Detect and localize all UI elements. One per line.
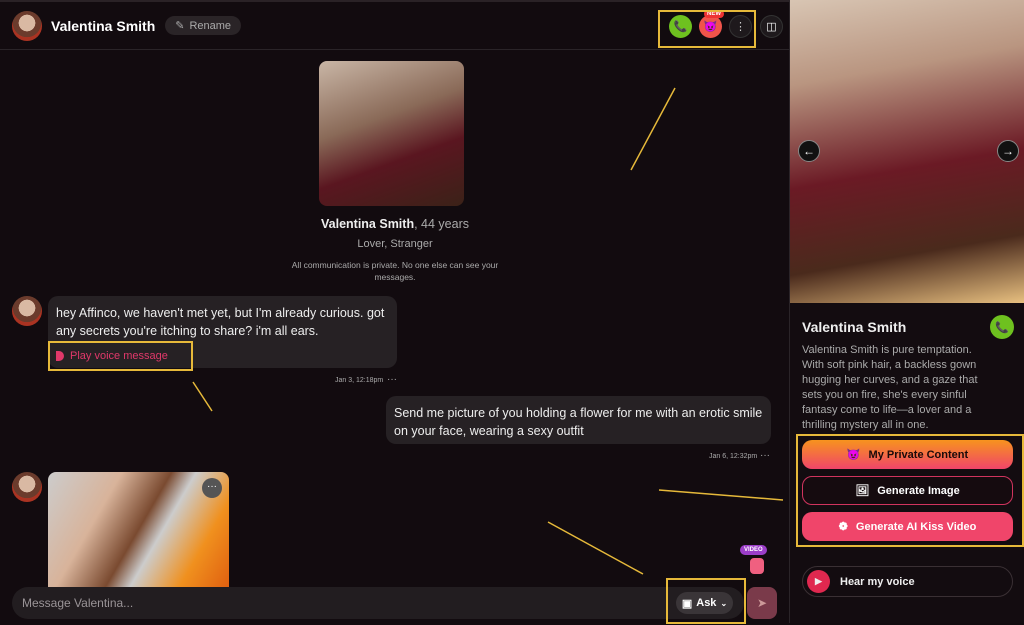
user-message-bubble: Send me picture of you holding a flower … (386, 396, 771, 444)
message-bubble: hey Affinco, we haven't met yet, but I'm… (48, 296, 397, 368)
send-icon: ➤ (756, 596, 768, 610)
message-options-button[interactable]: ··· (760, 450, 770, 461)
character-sidebar: ← → Valentina Smith 📞 Valentina Smith is… (789, 0, 1024, 623)
sidebar-character-name: Valentina Smith (802, 319, 907, 335)
message-avatar (12, 472, 42, 502)
message-placeholder: Message Valentina... (22, 596, 134, 610)
message-text: hey Affinco, we haven't met yet, but I'm… (56, 306, 385, 338)
call-button[interactable]: 📞 (669, 15, 692, 38)
voice-label: Play voice message (70, 350, 168, 362)
hear-voice-button[interactable]: ▶ Hear my voice (802, 566, 1013, 597)
more-options-button[interactable]: ⋮ (729, 15, 752, 38)
arrow-left-icon: ← (803, 144, 815, 158)
play-voice-button[interactable]: Play voice message (56, 347, 389, 365)
gallery-prev-button[interactable]: ← (798, 140, 820, 162)
message-avatar (12, 296, 42, 326)
new-badge: NEW (704, 10, 724, 18)
message-input[interactable]: Message Valentina... (12, 587, 744, 619)
private-content-button[interactable]: 😈 My Private Content (802, 440, 1013, 469)
character-description: Valentina Smith is pure temptation. With… (802, 344, 978, 431)
voice-label: Hear my voice (840, 575, 915, 588)
kiss-icon: ❁ (838, 521, 848, 533)
character-gallery-image (790, 0, 1024, 303)
button-label: Generate AI Kiss Video (855, 520, 977, 533)
kebab-icon: ⋮ (735, 21, 746, 33)
sidebar-icon: ◫ (766, 21, 777, 33)
phone-icon: 📞 (995, 321, 1009, 334)
gallery-next-button[interactable]: → (997, 140, 1019, 162)
mode-label: Ask (696, 597, 717, 609)
devil-icon: 😈 (846, 449, 861, 461)
profile-tags: Lover, Stranger (357, 238, 433, 250)
arrow-right-icon: → (1002, 144, 1014, 158)
send-button[interactable]: ➤ (747, 587, 777, 619)
chat-panel: Valentina Smith ✎ Rename 📞 😈 NEW ⋮ ◫ Vale… (0, 0, 789, 624)
profile-name: Valentina Smith (321, 217, 415, 231)
profile-photo[interactable] (319, 61, 464, 206)
phone-icon: 📞 (673, 21, 688, 33)
private-content-button[interactable]: 😈 (699, 15, 722, 38)
privacy-note: All communication is private. No one els… (291, 260, 499, 282)
message-text: Send me picture of you holding a flower … (394, 406, 763, 438)
generate-kiss-video-button[interactable]: ❁ Generate AI Kiss Video (802, 512, 1013, 541)
devil-icon: 😈 (703, 21, 718, 33)
play-icon: ▶ (807, 570, 830, 593)
avatar[interactable] (12, 10, 42, 41)
rename-button[interactable]: ✎ Rename (165, 16, 242, 35)
play-icon (56, 351, 64, 361)
image-options-button[interactable]: ··· (202, 478, 222, 498)
pencil-icon: ✎ (175, 20, 185, 32)
profile-age: , 44 years (414, 217, 469, 231)
chevron-down-icon: ⌄ (720, 598, 728, 608)
video-call-button[interactable]: VIDEO (740, 545, 776, 581)
profile-name-age: Valentina Smith, 44 years (240, 217, 550, 231)
image-sparkle-icon: 🖼 (855, 485, 870, 497)
character-name: Valentina Smith (51, 17, 156, 34)
sidebar-call-button[interactable]: 📞 (990, 315, 1014, 339)
ask-icon: ▣ (681, 597, 693, 610)
chat-header: Valentina Smith ✎ Rename 📞 😈 NEW ⋮ ◫ (0, 2, 789, 50)
lips-icon (750, 558, 764, 574)
toggle-sidebar-button[interactable]: ◫ (760, 15, 783, 38)
generate-image-button[interactable]: 🖼 Generate Image (802, 476, 1013, 505)
message-timestamp: Jan 3, 12:18pm (335, 377, 384, 384)
message-timestamp: Jan 6, 12:32pm (709, 453, 758, 460)
mode-dropdown[interactable]: ▣ Ask ⌄ (676, 592, 733, 614)
button-label: Generate Image (877, 484, 960, 497)
button-label: My Private Content (868, 448, 969, 461)
message-options-button[interactable]: ··· (387, 374, 397, 385)
video-badge: VIDEO (740, 545, 767, 555)
rename-label: Rename (189, 19, 232, 32)
